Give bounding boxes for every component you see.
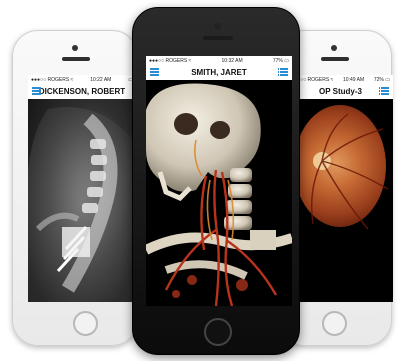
earpiece-speaker	[203, 36, 233, 40]
nav-bar: OP Study-3	[288, 84, 393, 100]
retina-vessels-graphic	[311, 113, 389, 230]
clock-label: 10:32 AM	[221, 57, 243, 64]
status-bar: ●●●○○ ROGERS ≈ 10:49 AM 72% ▭	[288, 75, 393, 84]
clock-label: 10:49 AM	[343, 76, 365, 83]
left-phone-screen: ●●●○○ ROGERS ≈ 10:22 AM ▭ DICKENSON, ROB…	[28, 75, 136, 302]
xray-image	[28, 99, 136, 302]
center-phone-screen: ●●●○○ ROGERS ≈ 10:32 AM 77% ▭ SMITH, JAR…	[146, 56, 292, 306]
nav-bar: DICKENSON, ROBERT	[28, 84, 136, 100]
patient-title: SMITH, JARET	[191, 68, 247, 77]
patient-title: DICKENSON, ROBERT	[38, 87, 126, 96]
front-camera	[331, 45, 337, 51]
nav-bar: SMITH, JARET	[146, 65, 292, 81]
image-viewer[interactable]	[288, 99, 393, 302]
3d-render-image	[146, 80, 292, 306]
retina-image	[288, 99, 393, 302]
carrier-label: ●●●○○ ROGERS ≈	[31, 76, 74, 83]
spine-xray-graphic	[28, 107, 132, 302]
hamburger-menu-icon[interactable]	[150, 68, 159, 76]
earpiece-speaker	[62, 57, 90, 61]
hamburger-menu-icon[interactable]	[32, 87, 41, 95]
home-button[interactable]	[73, 311, 98, 336]
home-button[interactable]	[204, 318, 232, 346]
left-phone: ●●●○○ ROGERS ≈ 10:22 AM ▭ DICKENSON, ROB…	[12, 30, 138, 346]
carrier-label: ●●●○○ ROGERS ≈	[149, 57, 192, 64]
earpiece-speaker	[321, 57, 349, 61]
home-button[interactable]	[322, 311, 347, 336]
center-phone: ●●●○○ ROGERS ≈ 10:32 AM 77% ▭ SMITH, JAR…	[132, 7, 300, 355]
clock-label: 10:22 AM	[90, 76, 112, 83]
status-bar: ●●●○○ ROGERS ≈ 10:22 AM ▭	[28, 75, 136, 84]
battery-label: 72% ▭	[373, 76, 390, 83]
study-title: OP Study-3	[319, 87, 362, 96]
front-camera	[214, 23, 221, 30]
list-view-icon[interactable]	[378, 87, 389, 95]
status-bar: ●●●○○ ROGERS ≈ 10:32 AM 77% ▭	[146, 56, 292, 65]
image-viewer[interactable]	[146, 80, 292, 306]
image-viewer[interactable]	[28, 99, 136, 302]
front-camera	[72, 45, 78, 51]
battery-label: 77% ▭	[272, 57, 289, 64]
list-view-icon[interactable]	[277, 68, 288, 76]
right-phone-screen: ●●●○○ ROGERS ≈ 10:49 AM 72% ▭ OP Study-3	[288, 75, 393, 302]
skull-render-graphic	[146, 83, 292, 306]
marketing-stage: ●●●○○ ROGERS ≈ 10:22 AM ▭ DICKENSON, ROB…	[0, 0, 400, 361]
